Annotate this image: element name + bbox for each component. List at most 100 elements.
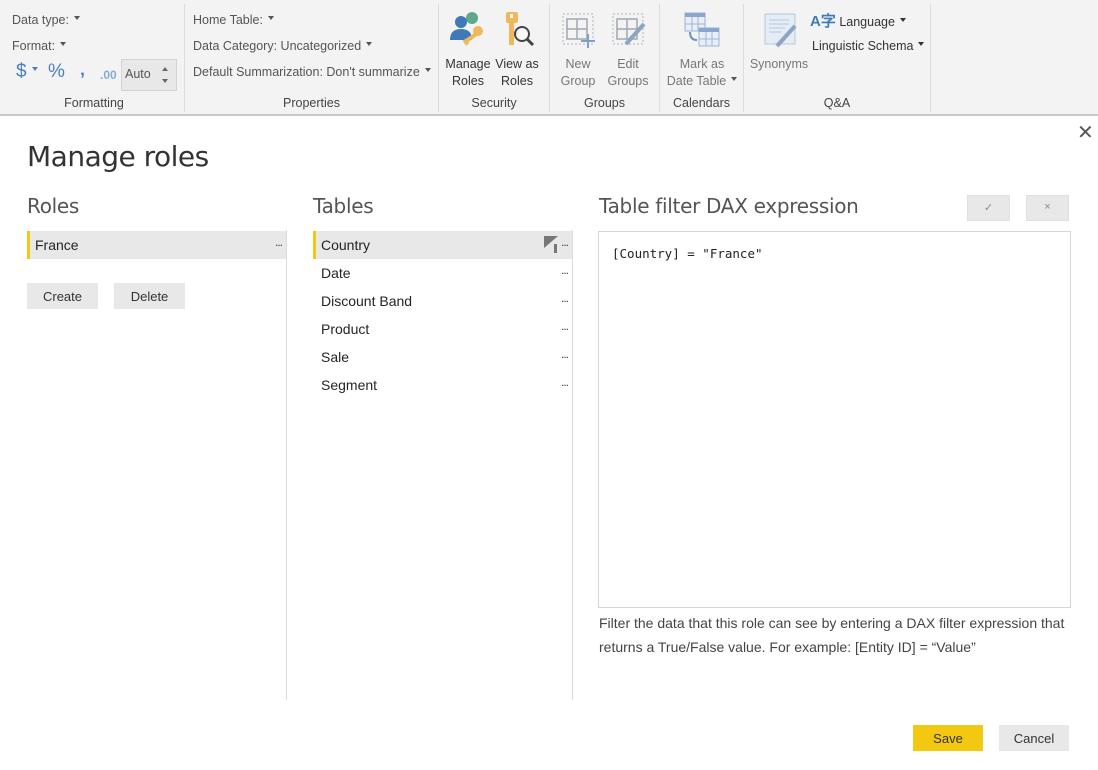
table-item-date[interactable]: Date ... [313, 259, 572, 287]
properties-group: Home Table: Data Category: Uncategorized… [185, 4, 439, 112]
more-options-icon[interactable]: ... [275, 235, 283, 249]
roles-heading: Roles [27, 194, 80, 218]
table-name: Country [321, 237, 371, 253]
table-item-product[interactable]: Product ... [313, 315, 572, 343]
format-dropdown[interactable]: Format: [12, 39, 67, 53]
comma-style-button[interactable]: ‚ [80, 59, 85, 80]
groups-group-label: Groups [584, 96, 625, 110]
chevron-down-icon [731, 76, 738, 81]
more-options-icon[interactable]: ... [561, 291, 569, 305]
date-table-icon [682, 10, 722, 50]
new-group-icon [558, 10, 598, 50]
edit-groups-icon [608, 10, 648, 50]
manage-roles-button[interactable]: Manage Roles [443, 10, 493, 90]
data-category-label: Data Category: Uncategorized [193, 39, 362, 53]
mark-as-date-table-label-1: Mark as [679, 57, 725, 71]
spinner-arrows-icon[interactable] [162, 66, 170, 84]
chevron-down-icon [267, 15, 274, 20]
more-options-icon[interactable]: ... [561, 235, 569, 249]
default-summarization-label: Default Summarization: Don't summarize [193, 65, 420, 79]
data-type-label: Data type: [12, 13, 69, 27]
chevron-down-icon [73, 15, 80, 20]
chevron-down-icon [366, 41, 373, 46]
cancel-button[interactable]: Cancel [999, 725, 1069, 751]
role-name: France [35, 237, 79, 253]
properties-group-label: Properties [283, 96, 340, 110]
view-as-roles-button[interactable]: View as Roles [495, 10, 539, 90]
language-dropdown[interactable]: A字 Language [810, 10, 906, 31]
new-group-label-1: New [565, 57, 591, 71]
data-category-dropdown[interactable]: Data Category: Uncategorized [193, 39, 373, 53]
tables-column-divider [572, 230, 573, 700]
language-label: Language [839, 15, 895, 29]
groups-group: New Group Edit Groups Groups [550, 4, 660, 112]
chevron-down-icon [424, 67, 431, 72]
dax-expression-text: [Country] = "France" [612, 246, 763, 261]
create-button[interactable]: Create [27, 283, 98, 309]
new-group-button[interactable]: New Group [556, 10, 600, 90]
view-as-roles-label-2: Roles [501, 74, 533, 88]
manage-roles-label-1: Manage [445, 57, 491, 71]
calendars-group: Mark as Date Table Calendars [660, 4, 744, 112]
table-name: Segment [321, 377, 378, 393]
home-table-label: Home Table: [193, 13, 263, 27]
synonyms-button[interactable]: Synonyms [748, 10, 810, 73]
decimal-places-button[interactable]: .00 [100, 68, 117, 82]
dax-expression-editor[interactable]: [Country] = "France" [598, 231, 1071, 608]
manage-roles-icon [448, 10, 488, 50]
qa-group: Synonyms A字 Language Linguistic Schema Q… [744, 4, 931, 112]
discard-expression-button[interactable]: × [1026, 195, 1069, 221]
format-label: Format: [12, 39, 56, 53]
table-name: Sale [321, 349, 350, 365]
formatting-group-label: Formatting [64, 96, 124, 110]
data-type-dropdown[interactable]: Data type: [12, 13, 80, 27]
decimal-places-stepper[interactable]: Auto [121, 59, 177, 91]
mark-as-date-table-label-2-wrap: Date Table [662, 73, 742, 90]
formatting-group: Data type: Format: $ % ‚ .00 Auto Format… [4, 4, 185, 112]
currency-button[interactable]: $ [16, 61, 38, 83]
tables-heading: Tables [313, 194, 374, 218]
home-table-dropdown[interactable]: Home Table: [193, 13, 274, 27]
manage-roles-label-2: Roles [452, 74, 484, 88]
table-item-country[interactable]: Country ... [313, 231, 572, 259]
table-item-discount-band[interactable]: Discount Band ... [313, 287, 572, 315]
ribbon: Data type: Format: $ % ‚ .00 Auto Format… [0, 0, 1098, 116]
qa-group-label: Q&A [823, 96, 851, 110]
currency-icon: $ [16, 61, 27, 82]
dax-help-text: Filter the data that this role can see b… [599, 615, 1065, 655]
mark-as-date-table-label-2: Date Table [666, 74, 727, 88]
table-name: Product [321, 321, 370, 337]
calendars-group-label: Calendars [673, 96, 730, 110]
chevron-down-icon [899, 17, 906, 22]
more-options-icon[interactable]: ... [561, 375, 569, 389]
percent-button[interactable]: % [48, 61, 65, 83]
security-group: Manage Roles View as Roles Security [439, 4, 550, 112]
save-button[interactable]: Save [913, 725, 983, 751]
edit-groups-label-2: Groups [607, 74, 649, 88]
more-options-icon[interactable]: ... [561, 347, 569, 361]
synonyms-icon [759, 10, 799, 50]
chevron-down-icon [31, 66, 38, 71]
linguistic-schema-dropdown[interactable]: Linguistic Schema [812, 39, 925, 53]
table-item-sale[interactable]: Sale ... [313, 343, 572, 371]
role-item[interactable]: France ... [27, 231, 286, 259]
synonyms-label: Synonyms [749, 57, 809, 71]
default-summarization-dropdown[interactable]: Default Summarization: Don't summarize [193, 65, 431, 79]
view-as-roles-label-1: View as [495, 57, 539, 71]
accept-expression-button[interactable]: ✓ [967, 195, 1010, 221]
mark-as-date-table-button[interactable]: Mark as Date Table [662, 10, 742, 90]
more-options-icon[interactable]: ... [561, 263, 569, 277]
filter-icon [544, 236, 558, 253]
close-icon[interactable]: ✕ [1077, 123, 1094, 143]
new-group-label-2: Group [560, 74, 596, 88]
decimal-places-value: Auto [125, 67, 151, 81]
edit-groups-button[interactable]: Edit Groups [604, 10, 652, 90]
chevron-down-icon [60, 41, 67, 46]
more-options-icon[interactable]: ... [561, 319, 569, 333]
table-name: Date [321, 265, 351, 281]
table-item-segment[interactable]: Segment ... [313, 371, 572, 399]
view-as-roles-icon [497, 10, 537, 50]
roles-column-divider [286, 230, 287, 700]
edit-groups-label-1: Edit [617, 57, 639, 71]
delete-button[interactable]: Delete [114, 283, 185, 309]
